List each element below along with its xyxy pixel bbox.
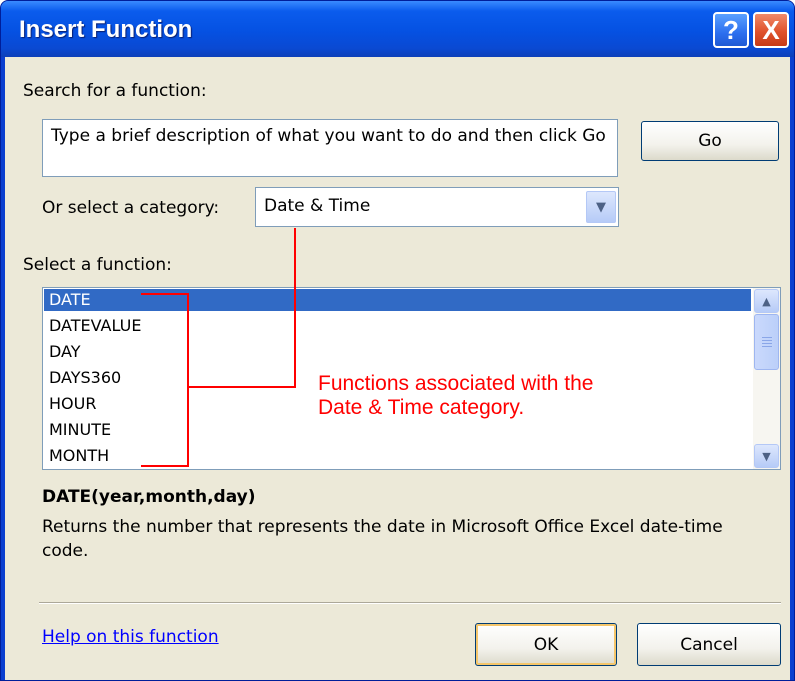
scrollbar-thumb[interactable]: [754, 314, 779, 370]
ok-button[interactable]: OK: [475, 623, 617, 666]
close-button[interactable]: X: [753, 12, 789, 48]
annotation-line-1: Functions associated with the: [318, 372, 594, 395]
list-item[interactable]: DAY: [44, 341, 751, 363]
search-label: Search for a function:: [23, 81, 207, 101]
search-input[interactable]: Type a brief description of what you wan…: [42, 119, 618, 177]
help-on-function-link[interactable]: Help on this function: [42, 627, 219, 647]
function-description: Returns the number that represents the d…: [42, 517, 723, 561]
category-select[interactable]: Date & Time ▼: [255, 187, 619, 227]
function-signature: DATE(year,month,day): [42, 487, 256, 507]
insert-function-dialog: Insert Function ? X Search for a functio…: [0, 0, 795, 681]
dialog-title: Insert Function: [19, 16, 193, 43]
annotation-line-2: Date & Time category.: [318, 396, 525, 419]
list-item[interactable]: MINUTE: [44, 419, 751, 441]
annotation-line: [187, 386, 296, 388]
go-button[interactable]: Go: [641, 121, 779, 161]
list-item[interactable]: MONTH: [44, 445, 751, 467]
cancel-button[interactable]: Cancel: [637, 623, 781, 666]
chevron-up-icon[interactable]: ▲: [754, 289, 779, 313]
annotation-line: [294, 228, 296, 388]
annotation-bracket: [141, 293, 189, 295]
dialog-body: Search for a function: Type a brief desc…: [5, 57, 790, 680]
help-button[interactable]: ?: [713, 12, 749, 48]
annotation-bracket: [187, 293, 189, 467]
title-bar[interactable]: Insert Function ? X: [1, 1, 794, 57]
function-list-scrollbar[interactable]: ▲ ▼: [753, 288, 780, 469]
divider: [39, 602, 781, 604]
function-list-label: Select a function:: [23, 255, 172, 275]
annotation-callout: Functions associated with the Date & Tim…: [318, 372, 593, 420]
list-item[interactable]: DATEVALUE: [44, 315, 751, 337]
chevron-down-icon[interactable]: ▼: [754, 444, 779, 468]
category-label: Or select a category:: [42, 198, 220, 218]
chevron-down-icon[interactable]: ▼: [586, 191, 616, 223]
category-selected-value: Date & Time: [264, 196, 371, 216]
annotation-bracket: [141, 465, 189, 467]
